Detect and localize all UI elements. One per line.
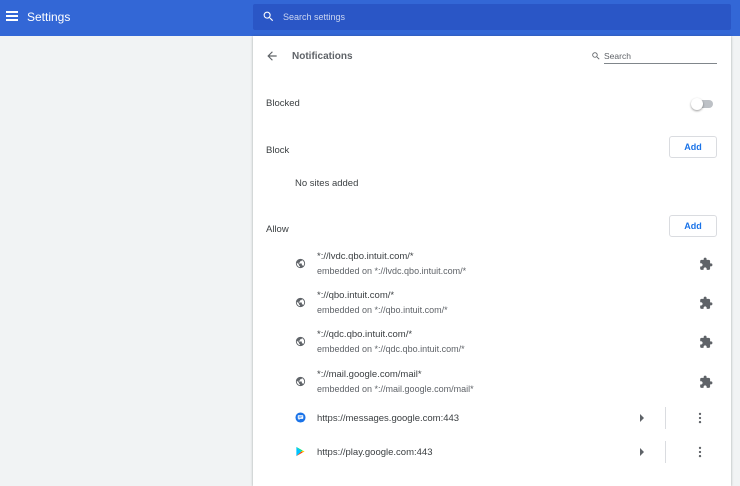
back-arrow-icon[interactable]: [265, 49, 279, 63]
blocked-toggle[interactable]: [691, 97, 715, 111]
settings-search-box[interactable]: [253, 4, 731, 30]
extension-icon[interactable]: [699, 296, 713, 310]
site-url: https://play.google.com:443: [317, 447, 433, 458]
settings-search-input[interactable]: [283, 9, 713, 25]
page-title: Notifications: [292, 51, 353, 62]
globe-icon: [295, 376, 306, 387]
site-embedded-text: embedded on *://qbo.intuit.com/*: [317, 305, 448, 315]
globe-icon: [295, 258, 306, 269]
globe-icon: [295, 336, 306, 347]
site-url: *://mail.google.com/mail*: [317, 369, 422, 380]
more-vert-icon[interactable]: [693, 411, 707, 425]
blocked-label: Blocked: [266, 98, 300, 109]
google-play-icon: [296, 446, 305, 457]
toggle-knob: [691, 98, 703, 110]
extension-icon[interactable]: [699, 257, 713, 271]
site-embedded-text: embedded on *://qdc.qbo.intuit.com/*: [317, 344, 465, 354]
hamburger-menu-icon[interactable]: [6, 11, 18, 23]
allowed-site-row[interactable]: *://qdc.qbo.intuit.com/* embedded on *:/…: [253, 324, 731, 360]
arrow-right-icon[interactable]: [638, 413, 646, 423]
extension-icon[interactable]: [699, 375, 713, 389]
allow-add-button[interactable]: Add: [669, 215, 717, 237]
messages-icon: [295, 412, 306, 423]
more-vert-icon[interactable]: [693, 445, 707, 459]
block-empty-text: No sites added: [295, 178, 359, 189]
globe-icon: [295, 297, 306, 308]
allowed-site-row[interactable]: *://qbo.intuit.com/* embedded on *://qbo…: [253, 285, 731, 321]
search-icon: [592, 52, 600, 60]
block-section-title: Block: [266, 145, 290, 156]
site-embedded-text: embedded on *://lvdc.qbo.intuit.com/*: [317, 266, 467, 276]
app-header: Settings: [0, 0, 740, 36]
divider: [665, 441, 666, 463]
site-url: https://messages.google.com:443: [317, 413, 460, 424]
notifications-search-input[interactable]: [604, 49, 717, 64]
divider: [665, 407, 666, 429]
site-url: *://lvdc.qbo.intuit.com/*: [317, 251, 414, 262]
site-embedded-text: embedded on *://mail.google.com/mail*: [317, 384, 474, 394]
extension-icon[interactable]: [699, 335, 713, 349]
allowed-site-row[interactable]: https://play.google.com:443: [253, 438, 731, 474]
site-url: *://qdc.qbo.intuit.com/*: [317, 329, 413, 340]
block-add-button[interactable]: Add: [669, 136, 717, 158]
allow-section-title: Allow: [266, 224, 289, 235]
app-title: Settings: [27, 10, 71, 24]
allowed-site-row[interactable]: https://messages.google.com:443: [253, 404, 731, 440]
search-icon: [263, 11, 274, 22]
allowed-site-row[interactable]: *://mail.google.com/mail* embedded on *:…: [253, 363, 731, 399]
site-url: *://qbo.intuit.com/*: [317, 290, 395, 301]
arrow-right-icon[interactable]: [638, 447, 646, 457]
allowed-site-row[interactable]: *://lvdc.qbo.intuit.com/* embedded on *:…: [253, 246, 731, 282]
